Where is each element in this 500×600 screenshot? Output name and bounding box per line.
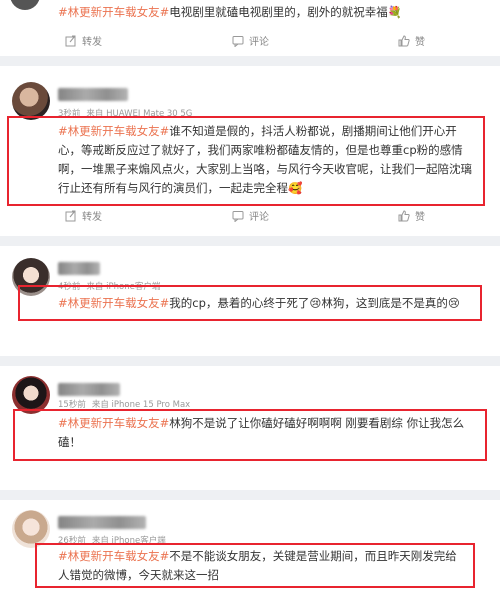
highlight-box bbox=[35, 543, 475, 588]
divider bbox=[0, 356, 500, 366]
repost-button[interactable]: 转发 bbox=[65, 208, 102, 223]
action-bar: 转发 评论 赞 bbox=[0, 33, 500, 53]
highlight-box bbox=[13, 409, 487, 461]
avatar[interactable] bbox=[10, 0, 40, 10]
thumbs-up-icon bbox=[398, 34, 410, 46]
hashtag-link[interactable]: #林更新开车载女友# bbox=[58, 5, 169, 19]
post-card-4: 26秒前 来自 iPhone客户端 #林更新开车载女友#不是不能谈女朋友，关键是营… bbox=[0, 500, 500, 600]
comment-icon bbox=[232, 210, 244, 222]
repost-label: 转发 bbox=[82, 37, 102, 48]
post-card-3: 15秒前 来自 iPhone 15 Pro Max #林更新开车载女友#林狗不是说… bbox=[0, 366, 500, 490]
post-card-1: 3秒前 来自 HUAWEI Mate 30 5G #林更新开车载女友#谁不知道是假… bbox=[0, 66, 500, 236]
comment-button[interactable]: 评论 bbox=[232, 33, 269, 48]
divider bbox=[0, 56, 500, 66]
divider bbox=[0, 236, 500, 246]
divider bbox=[0, 490, 500, 500]
thumbs-up-icon bbox=[398, 209, 410, 221]
blurred-username[interactable] bbox=[58, 516, 146, 529]
avatar[interactable] bbox=[12, 82, 50, 120]
comment-button[interactable]: 评论 bbox=[232, 208, 269, 223]
post-body: #林更新开车载女友#电视剧里就磕电视剧里的，剧外的就祝幸福💐 bbox=[58, 4, 402, 20]
blurred-username[interactable] bbox=[58, 88, 128, 101]
weibo-feed: #林更新开车载女友#电视剧里就磕电视剧里的，剧外的就祝幸福💐 转发 评论 赞 3… bbox=[0, 0, 500, 600]
repost-icon bbox=[65, 210, 76, 221]
post-card-2: 4秒前 来自 iPhone客户端 #林更新开车载女友#我的cp，悬着的心终于死了😢… bbox=[0, 246, 500, 356]
like-label: 赞 bbox=[415, 212, 425, 223]
like-button[interactable]: 赞 bbox=[398, 33, 425, 48]
action-bar: 转发 评论 赞 bbox=[0, 208, 500, 228]
like-label: 赞 bbox=[415, 37, 425, 48]
like-button[interactable]: 赞 bbox=[398, 208, 425, 223]
blurred-username[interactable] bbox=[58, 262, 100, 275]
bouquet-emoji: 💐 bbox=[387, 5, 403, 19]
repost-icon bbox=[65, 35, 76, 46]
comment-label: 评论 bbox=[249, 212, 269, 223]
blurred-username[interactable] bbox=[58, 383, 120, 396]
comment-icon bbox=[232, 35, 244, 47]
highlight-box bbox=[7, 116, 485, 206]
repost-button[interactable]: 转发 bbox=[65, 33, 102, 48]
highlight-box bbox=[18, 285, 482, 321]
post-card-0: #林更新开车载女友#电视剧里就磕电视剧里的，剧外的就祝幸福💐 转发 评论 赞 bbox=[0, 0, 500, 56]
repost-label: 转发 bbox=[82, 212, 102, 223]
post-text: 电视剧里就磕电视剧里的，剧外的就祝幸福 bbox=[169, 5, 388, 19]
comment-label: 评论 bbox=[249, 37, 269, 48]
